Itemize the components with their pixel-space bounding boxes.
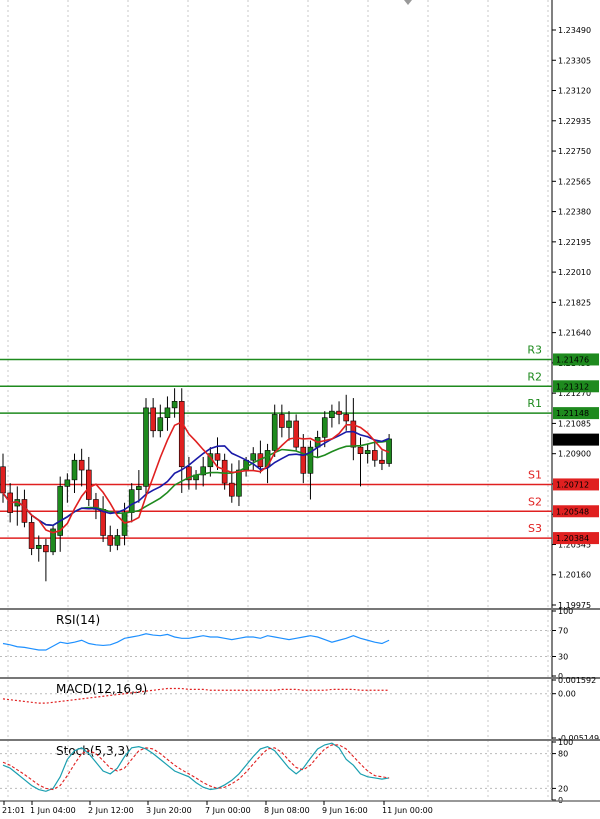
candle-body	[329, 410, 335, 418]
candle-body	[35, 544, 42, 549]
price-tick-label: 1.23490	[558, 26, 591, 35]
candle-body	[293, 420, 299, 448]
level-label-s2: S2	[528, 495, 542, 508]
price-tick-label: 1.20900	[558, 450, 591, 459]
indicator-title: RSI(14)	[56, 613, 100, 627]
candle-body	[28, 522, 35, 549]
level-price-label: 1.20548	[556, 507, 589, 516]
candle-body	[371, 450, 378, 461]
price-tick-label: 1.20160	[558, 571, 591, 580]
candle-body	[136, 486, 142, 490]
candle-body	[21, 499, 28, 523]
price-tick-label: 1.22195	[558, 238, 591, 247]
indicator-tick-label: 100	[558, 607, 573, 616]
candle-body	[171, 401, 178, 409]
candle-body	[300, 446, 307, 474]
candle-body	[64, 479, 71, 487]
level-label-r1: R1	[527, 397, 542, 410]
indicator-tick-label: 70	[558, 627, 568, 636]
price-tick-label: 1.23305	[558, 56, 591, 65]
current-price-label: 1.20986	[556, 436, 589, 445]
level-label-r2: R2	[527, 370, 542, 383]
price-tick-label: 1.23120	[558, 87, 591, 96]
time-tick-label: 1 Jun 04:00	[30, 806, 76, 815]
candle-body	[357, 446, 364, 454]
time-tick-label: 9 Jun 16:00	[322, 806, 368, 815]
candle-body	[164, 407, 171, 418]
candle-body	[279, 414, 285, 428]
candle-body	[250, 453, 257, 461]
indicator-tick-label: 20	[558, 784, 568, 793]
candle-body	[321, 417, 328, 438]
candle-body	[107, 535, 114, 546]
level-label-s3: S3	[528, 522, 542, 535]
candle-body	[343, 414, 350, 422]
candle-body	[286, 420, 292, 428]
level-label-r3: R3	[527, 343, 542, 356]
price-tick-label: 1.22565	[558, 177, 591, 186]
candle-body	[86, 469, 92, 500]
chart-root: 1.23490 1.23305 1.23120 1.22935 1.22750 1.225…	[0, 0, 600, 819]
level-price-label: 1.20384	[556, 534, 589, 543]
candle-body	[78, 459, 85, 471]
candle-body	[71, 459, 78, 481]
price-tick-label: 1.22010	[558, 268, 591, 277]
candle-body	[43, 544, 49, 553]
chart-svg: 1.23490 1.23305 1.23120 1.22935 1.22750 1.225…	[0, 0, 600, 819]
background	[0, 0, 600, 819]
indicator-tick-label: 80	[558, 750, 568, 759]
candle-body	[100, 509, 106, 536]
level-price-label: 1.21476	[556, 355, 589, 364]
candle-body	[214, 453, 221, 461]
level-price-label: 1.21148	[556, 409, 589, 418]
level-price-label: 1.20712	[556, 480, 589, 489]
level-label-s1: S1	[528, 468, 542, 481]
indicator-title: Stoch(5,3,3)	[56, 744, 130, 758]
candle-body	[114, 535, 121, 546]
price-tick-label: 1.21085	[558, 419, 591, 428]
time-tick-label: 2 Jun 12:00	[88, 806, 134, 815]
indicator-tick-label: 0.00	[558, 690, 576, 699]
candle-body	[221, 459, 228, 484]
candle-body	[0, 466, 6, 494]
candle-body	[150, 407, 156, 432]
price-tick-label: 1.22750	[558, 147, 591, 156]
time-tick-label: 8 Jun 08:00	[264, 806, 310, 815]
candle-body	[364, 450, 371, 454]
level-price-label: 1.21312	[556, 382, 589, 391]
indicator-tick-label: 30	[558, 653, 568, 662]
time-tick-label: 11 Jun 00:00	[382, 806, 433, 815]
indicator-tick-label: 0.001592	[558, 676, 596, 685]
candle-body	[178, 401, 185, 468]
indicator-tick-label: 100	[558, 738, 573, 747]
candle-body	[143, 407, 149, 487]
price-tick-label: 1.22380	[558, 208, 591, 217]
candle-body	[379, 459, 385, 464]
price-tick-label: 1.21640	[558, 329, 591, 338]
price-tick-label: 1.21825	[558, 298, 591, 307]
candle-body	[128, 489, 135, 513]
candle-body	[229, 482, 235, 497]
candle-body	[121, 512, 128, 536]
time-tick-label: 21:01	[2, 806, 25, 815]
candle-body	[157, 417, 164, 432]
candle-body	[271, 414, 278, 451]
candle-body	[336, 410, 342, 415]
time-tick-label: 7 Jun 00:00	[205, 806, 251, 815]
price-tick-label: 1.22935	[558, 117, 591, 126]
candle-body	[236, 469, 242, 497]
time-tick-label: 3 Jun 20:00	[146, 806, 192, 815]
